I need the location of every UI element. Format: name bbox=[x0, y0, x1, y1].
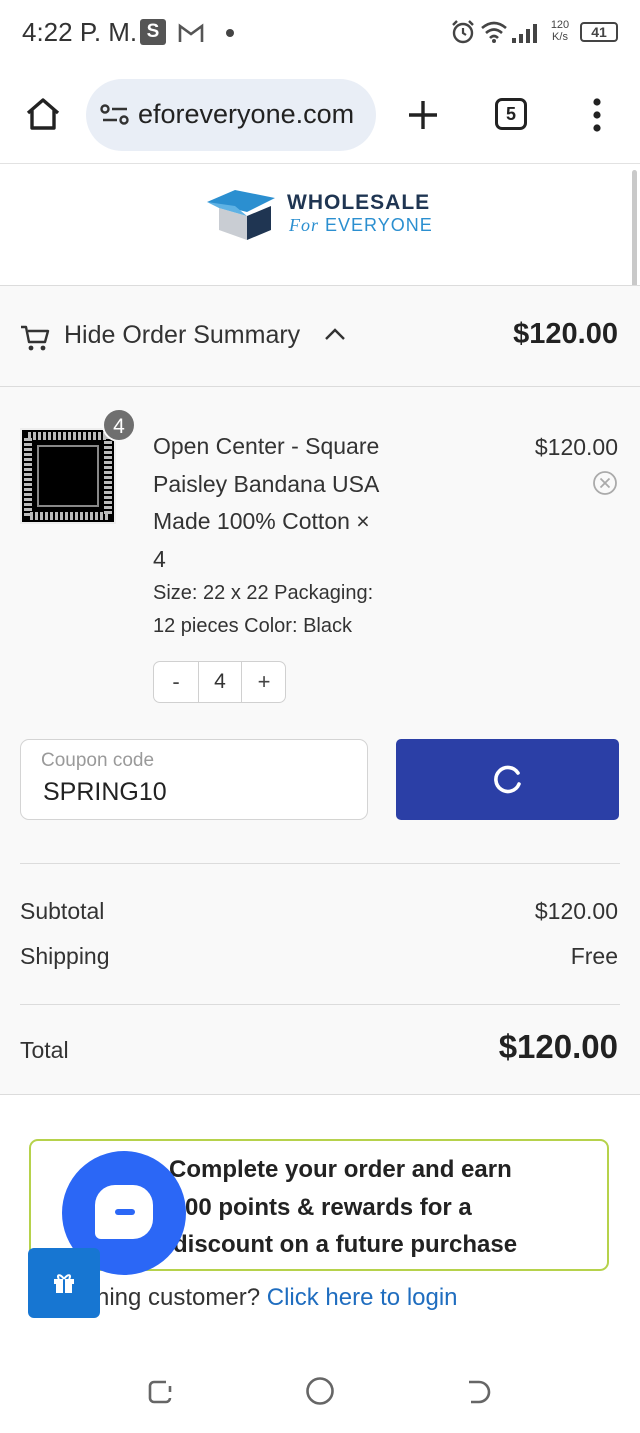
more-notifications-dot bbox=[226, 29, 234, 37]
logo-script-word: For bbox=[289, 215, 319, 235]
coupon-code-field[interactable]: Coupon code SPRING10 bbox=[20, 739, 368, 820]
store-logo[interactable]: WHOLESALE For EVERYONE bbox=[205, 186, 445, 244]
order-summary-header-total: $120.00 bbox=[513, 318, 618, 350]
home-nav-icon[interactable] bbox=[305, 1376, 335, 1406]
quantity-value[interactable]: 4 bbox=[198, 662, 242, 702]
coupon-code-value[interactable]: SPRING10 bbox=[43, 778, 167, 807]
rewards-line: Complete your order and earn bbox=[169, 1156, 512, 1183]
rewards-text: Complete your order and earn 00 points &… bbox=[169, 1151, 569, 1264]
item-price: $120.00 bbox=[534, 434, 618, 460]
signal-icon bbox=[512, 24, 537, 43]
home-icon[interactable] bbox=[25, 97, 61, 131]
divider bbox=[20, 1004, 620, 1005]
login-link[interactable]: Click here to login bbox=[267, 1284, 458, 1311]
status-bar: 4:22 P. M. S 120 K/s 41 bbox=[0, 0, 640, 66]
product-thumbnail bbox=[20, 428, 116, 524]
loading-spinner-icon bbox=[494, 765, 521, 794]
returning-customer-text: ning customer? bbox=[96, 1284, 267, 1311]
chat-icon-dash bbox=[115, 1209, 135, 1215]
remove-item-icon[interactable] bbox=[592, 470, 618, 496]
network-speed: 120 K/s bbox=[547, 19, 573, 43]
browser-toolbar: eforeveryone.com 5 bbox=[0, 66, 640, 164]
item-meta-line: 12 pieces Color: Black bbox=[153, 614, 352, 637]
rewards-line: 00 points & rewards for a bbox=[185, 1193, 472, 1221]
network-speed-value: 120 bbox=[550, 19, 570, 31]
notification-s-icon: S bbox=[140, 19, 166, 45]
gmail-icon bbox=[178, 19, 204, 45]
network-speed-unit: K/s bbox=[552, 31, 568, 43]
increase-quantity-button[interactable]: + bbox=[242, 662, 286, 702]
more-menu-icon[interactable] bbox=[590, 97, 604, 133]
logo-wordmark-bottom: For EVERYONE bbox=[289, 215, 433, 236]
back-icon[interactable] bbox=[465, 1378, 493, 1406]
returning-customer-line: ning customer? Click here to login bbox=[96, 1284, 458, 1312]
site-settings-icon[interactable] bbox=[100, 104, 130, 126]
item-quantity-badge: 4 bbox=[102, 408, 136, 442]
system-navigation-bar bbox=[0, 1340, 640, 1433]
order-summary-toggle-label: Hide Order Summary bbox=[64, 321, 301, 349]
status-time: 4:22 P. M. bbox=[22, 17, 138, 47]
subtotal-label: Subtotal bbox=[20, 898, 105, 924]
logo-bottom-word: EVERYONE bbox=[325, 215, 433, 235]
apply-coupon-button[interactable] bbox=[396, 739, 619, 820]
chevron-up-icon bbox=[325, 328, 345, 340]
item-variant-details: Size: 22 x 22 Packaging: 12 pieces Color… bbox=[153, 577, 413, 642]
item-name-line: 4 bbox=[153, 545, 166, 572]
shipping-value: Free bbox=[570, 943, 618, 969]
decrease-quantity-button[interactable]: - bbox=[154, 662, 198, 702]
tab-switcher-button[interactable]: 5 bbox=[495, 98, 527, 130]
logo-box-icon bbox=[207, 190, 275, 240]
gift-icon bbox=[54, 1274, 74, 1293]
url-text[interactable]: eforeveryone.com bbox=[138, 99, 354, 130]
divider bbox=[0, 386, 640, 387]
shipping-label: Shipping bbox=[20, 943, 110, 969]
rewards-gift-button[interactable] bbox=[28, 1248, 100, 1318]
logo-wordmark-top: WHOLESALE bbox=[287, 191, 431, 214]
alarm-icon bbox=[452, 20, 474, 44]
cart-icon bbox=[21, 325, 50, 351]
recents-icon[interactable] bbox=[146, 1378, 174, 1406]
quantity-stepper: - 4 + bbox=[153, 661, 286, 703]
total-value: $120.00 bbox=[498, 1028, 618, 1065]
coupon-code-label: Coupon code bbox=[41, 750, 155, 771]
divider bbox=[20, 863, 620, 864]
item-name-line: Paisley Bandana USA bbox=[153, 470, 380, 497]
item-name-line: Open Center - Square bbox=[153, 433, 380, 459]
order-summary-toggle[interactable]: Hide Order Summary $120.00 bbox=[0, 286, 640, 386]
rewards-line: discount on a future purchase bbox=[173, 1231, 518, 1258]
subtotal-value: $120.00 bbox=[534, 898, 618, 924]
address-bar[interactable]: eforeveryone.com bbox=[86, 79, 376, 151]
battery-icon: 41 bbox=[580, 22, 618, 42]
item-meta-line: Size: 22 x 22 Packaging: bbox=[153, 582, 374, 604]
chat-icon bbox=[95, 1185, 153, 1239]
item-name: Open Center - Square Paisley Bandana USA… bbox=[153, 428, 423, 578]
item-name-line: Made 100% Cotton × bbox=[153, 508, 370, 534]
total-label: Total bbox=[20, 1037, 69, 1063]
new-tab-icon[interactable] bbox=[407, 99, 439, 131]
wifi-icon bbox=[481, 21, 507, 43]
order-summary-panel: Hide Order Summary $120.00 4 Open Center… bbox=[0, 285, 640, 1095]
